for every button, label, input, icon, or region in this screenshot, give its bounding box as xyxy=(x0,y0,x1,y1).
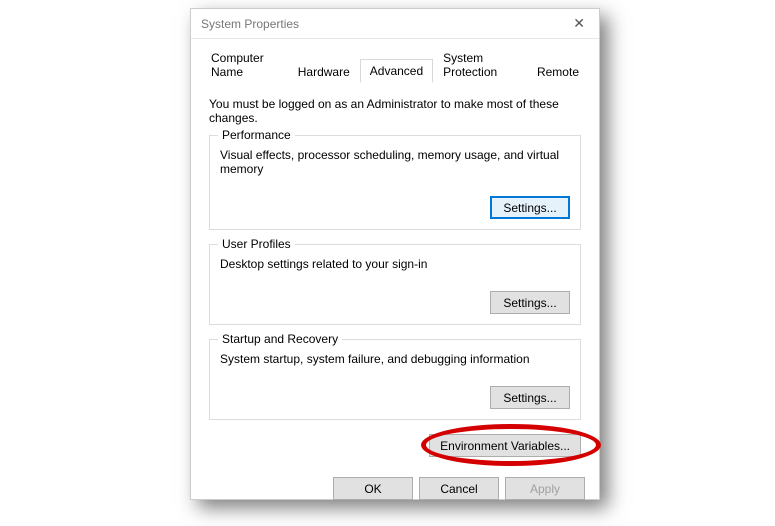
system-properties-dialog: System Properties ✕ Computer Name Hardwa… xyxy=(190,8,600,500)
startup-recovery-settings-button[interactable]: Settings... xyxy=(490,386,570,409)
tab-computer-name[interactable]: Computer Name xyxy=(201,46,288,83)
user-profiles-desc: Desktop settings related to your sign-in xyxy=(220,257,570,271)
cancel-button[interactable]: Cancel xyxy=(419,477,499,500)
dialog-buttons: OK Cancel Apply xyxy=(191,477,599,512)
tab-remote[interactable]: Remote xyxy=(527,60,589,83)
close-icon[interactable]: ✕ xyxy=(567,15,591,32)
user-profiles-label: User Profiles xyxy=(218,237,295,251)
apply-button[interactable]: Apply xyxy=(505,477,585,500)
performance-settings-button[interactable]: Settings... xyxy=(490,196,570,219)
startup-recovery-label: Startup and Recovery xyxy=(218,332,342,346)
performance-label: Performance xyxy=(218,128,295,142)
titlebar: System Properties ✕ xyxy=(191,9,599,39)
ok-button[interactable]: OK xyxy=(333,477,413,500)
user-profiles-settings-button[interactable]: Settings... xyxy=(490,291,570,314)
tab-content: You must be logged on as an Administrato… xyxy=(191,83,599,477)
performance-group: Performance Visual effects, processor sc… xyxy=(209,135,581,230)
performance-desc: Visual effects, processor scheduling, me… xyxy=(220,148,570,176)
tab-hardware[interactable]: Hardware xyxy=(288,60,360,83)
environment-variables-button[interactable]: Environment Variables... xyxy=(429,434,581,457)
env-row: Environment Variables... xyxy=(209,434,581,457)
user-profiles-group: User Profiles Desktop settings related t… xyxy=(209,244,581,325)
startup-recovery-desc: System startup, system failure, and debu… xyxy=(220,352,570,366)
tab-strip: Computer Name Hardware Advanced System P… xyxy=(201,45,589,83)
tab-advanced[interactable]: Advanced xyxy=(360,59,433,83)
intro-text: You must be logged on as an Administrato… xyxy=(209,97,581,125)
window-title: System Properties xyxy=(201,17,299,31)
startup-recovery-group: Startup and Recovery System startup, sys… xyxy=(209,339,581,420)
tab-system-protection[interactable]: System Protection xyxy=(433,46,527,83)
